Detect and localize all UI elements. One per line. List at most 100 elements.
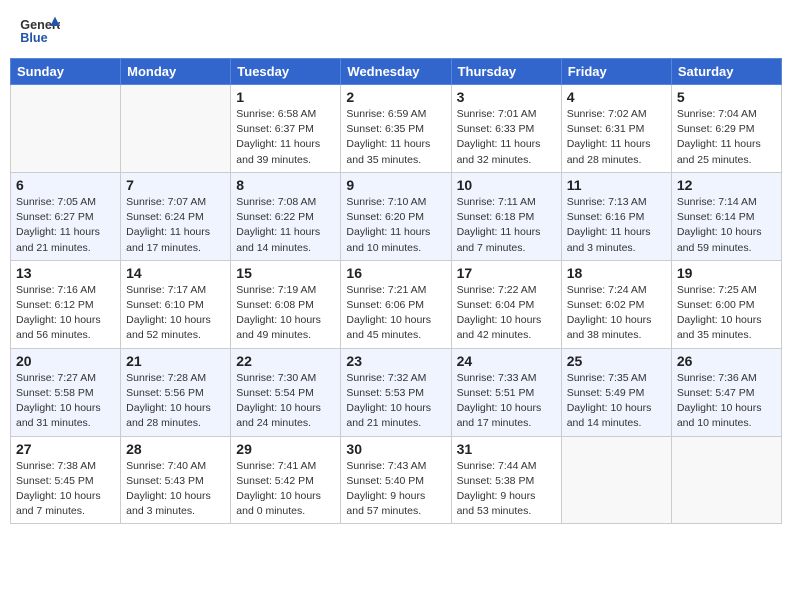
calendar-cell: 18 Sunrise: 7:24 AMSunset: 6:02 PMDayligh… [561,260,671,348]
calendar-cell: 19Sunrise: 7:25 AMSunset: 6:00 PMDayligh… [671,260,781,348]
day-number: 4 [567,89,666,105]
calendar-cell: 3 Sunrise: 7:01 AMSunset: 6:33 PMDaylight… [451,85,561,173]
day-info: Sunrise: 7:28 AMSunset: 5:56 PMDaylight:… [126,371,225,432]
calendar-cell: 6 Sunrise: 7:05 AMSunset: 6:27 PMDaylight… [11,172,121,260]
day-info: Sunrise: 7:38 AMSunset: 5:45 PMDaylight:… [16,459,115,520]
calendar-cell [561,436,671,524]
day-number: 22 [236,353,335,369]
calendar-cell: 25 Sunrise: 7:35 AMSunset: 5:49 PMDayligh… [561,348,671,436]
day-info: Sunrise: 6:58 AMSunset: 6:37 PMDaylight:… [236,107,335,168]
calendar-header-thursday: Thursday [451,59,561,85]
day-info: Sunrise: 7:32 AMSunset: 5:53 PMDaylight:… [346,371,445,432]
calendar-cell: 8 Sunrise: 7:08 AMSunset: 6:22 PMDaylight… [231,172,341,260]
calendar-header-friday: Friday [561,59,671,85]
day-info: Sunrise: 7:01 AMSunset: 6:33 PMDaylight:… [457,107,556,168]
calendar-cell: 4 Sunrise: 7:02 AMSunset: 6:31 PMDaylight… [561,85,671,173]
day-number: 16 [346,265,445,281]
calendar-cell: 11 Sunrise: 7:13 AMSunset: 6:16 PMDayligh… [561,172,671,260]
day-info: Sunrise: 7:13 AMSunset: 6:16 PMDaylight:… [567,195,666,256]
calendar-cell: 7 Sunrise: 7:07 AMSunset: 6:24 PMDaylight… [121,172,231,260]
day-info: Sunrise: 7:21 AMSunset: 6:06 PMDaylight:… [346,283,445,344]
day-number: 23 [346,353,445,369]
calendar-header-row: SundayMondayTuesdayWednesdayThursdayFrid… [11,59,782,85]
calendar-cell: 22 Sunrise: 7:30 AMSunset: 5:54 PMDayligh… [231,348,341,436]
day-info: Sunrise: 7:24 AMSunset: 6:02 PMDaylight:… [567,283,666,344]
calendar-cell [121,85,231,173]
calendar-cell: 13 Sunrise: 7:16 AMSunset: 6:12 PMDayligh… [11,260,121,348]
calendar-body: 1Sunrise: 6:58 AMSunset: 6:37 PMDaylight… [11,85,782,524]
calendar-week-row: 1Sunrise: 6:58 AMSunset: 6:37 PMDaylight… [11,85,782,173]
day-info: Sunrise: 7:02 AMSunset: 6:31 PMDaylight:… [567,107,666,168]
day-number: 12 [677,177,776,193]
day-info: Sunrise: 7:14 AMSunset: 6:14 PMDaylight:… [677,195,776,256]
day-info: Sunrise: 6:59 AMSunset: 6:35 PMDaylight:… [346,107,445,168]
calendar-cell: 23 Sunrise: 7:32 AMSunset: 5:53 PMDayligh… [341,348,451,436]
logo-icon: General Blue [20,15,60,45]
logo: General Blue [20,15,64,45]
calendar-cell: 12 Sunrise: 7:14 AMSunset: 6:14 PMDayligh… [671,172,781,260]
day-number: 15 [236,265,335,281]
day-number: 11 [567,177,666,193]
day-number: 24 [457,353,556,369]
day-number: 29 [236,441,335,457]
day-number: 2 [346,89,445,105]
day-info: Sunrise: 7:04 AMSunset: 6:29 PMDaylight:… [677,107,776,168]
day-info: Sunrise: 7:41 AMSunset: 5:42 PMDaylight:… [236,459,335,520]
calendar-week-row: 27 Sunrise: 7:38 AMSunset: 5:45 PMDayligh… [11,436,782,524]
calendar-cell: 31 Sunrise: 7:44 AMSunset: 5:38 PMDayligh… [451,436,561,524]
day-info: Sunrise: 7:11 AMSunset: 6:18 PMDaylight:… [457,195,556,256]
page-header: General Blue [10,10,782,50]
calendar-week-row: 6 Sunrise: 7:05 AMSunset: 6:27 PMDaylight… [11,172,782,260]
day-info: Sunrise: 7:33 AMSunset: 5:51 PMDaylight:… [457,371,556,432]
day-number: 3 [457,89,556,105]
calendar-cell: 10 Sunrise: 7:11 AMSunset: 6:18 PMDayligh… [451,172,561,260]
day-info: Sunrise: 7:44 AMSunset: 5:38 PMDaylight:… [457,459,556,520]
day-info: Sunrise: 7:27 AMSunset: 5:58 PMDaylight:… [16,371,115,432]
day-number: 27 [16,441,115,457]
day-info: Sunrise: 7:17 AMSunset: 6:10 PMDaylight:… [126,283,225,344]
day-info: Sunrise: 7:16 AMSunset: 6:12 PMDaylight:… [16,283,115,344]
calendar-header-saturday: Saturday [671,59,781,85]
day-info: Sunrise: 7:36 AMSunset: 5:47 PMDaylight:… [677,371,776,432]
calendar-cell [671,436,781,524]
calendar-cell: 28Sunrise: 7:40 AMSunset: 5:43 PMDayligh… [121,436,231,524]
day-info: Sunrise: 7:30 AMSunset: 5:54 PMDaylight:… [236,371,335,432]
calendar-cell: 21Sunrise: 7:28 AMSunset: 5:56 PMDayligh… [121,348,231,436]
calendar-cell: 9Sunrise: 7:10 AMSunset: 6:20 PMDaylight… [341,172,451,260]
day-info: Sunrise: 7:22 AMSunset: 6:04 PMDaylight:… [457,283,556,344]
day-info: Sunrise: 7:35 AMSunset: 5:49 PMDaylight:… [567,371,666,432]
calendar-cell: 2 Sunrise: 6:59 AMSunset: 6:35 PMDaylight… [341,85,451,173]
calendar-cell: 17 Sunrise: 7:22 AMSunset: 6:04 PMDayligh… [451,260,561,348]
day-number: 25 [567,353,666,369]
day-number: 8 [236,177,335,193]
calendar-cell: 20Sunrise: 7:27 AMSunset: 5:58 PMDayligh… [11,348,121,436]
calendar-week-row: 13 Sunrise: 7:16 AMSunset: 6:12 PMDayligh… [11,260,782,348]
day-number: 17 [457,265,556,281]
calendar-cell: 5Sunrise: 7:04 AMSunset: 6:29 PMDaylight… [671,85,781,173]
day-number: 30 [346,441,445,457]
day-info: Sunrise: 7:08 AMSunset: 6:22 PMDaylight:… [236,195,335,256]
calendar-cell: 16 Sunrise: 7:21 AMSunset: 6:06 PMDayligh… [341,260,451,348]
calendar-header-monday: Monday [121,59,231,85]
day-info: Sunrise: 7:05 AMSunset: 6:27 PMDaylight:… [16,195,115,256]
calendar-week-row: 20Sunrise: 7:27 AMSunset: 5:58 PMDayligh… [11,348,782,436]
day-number: 26 [677,353,776,369]
day-number: 6 [16,177,115,193]
calendar-cell: 27 Sunrise: 7:38 AMSunset: 5:45 PMDayligh… [11,436,121,524]
calendar-cell: 14Sunrise: 7:17 AMSunset: 6:10 PMDayligh… [121,260,231,348]
day-number: 18 [567,265,666,281]
day-info: Sunrise: 7:07 AMSunset: 6:24 PMDaylight:… [126,195,225,256]
calendar-table: SundayMondayTuesdayWednesdayThursdayFrid… [10,58,782,524]
day-number: 7 [126,177,225,193]
day-number: 10 [457,177,556,193]
calendar-cell [11,85,121,173]
day-info: Sunrise: 7:10 AMSunset: 6:20 PMDaylight:… [346,195,445,256]
calendar-header-tuesday: Tuesday [231,59,341,85]
day-number: 19 [677,265,776,281]
calendar-cell: 1Sunrise: 6:58 AMSunset: 6:37 PMDaylight… [231,85,341,173]
calendar-header-sunday: Sunday [11,59,121,85]
day-info: Sunrise: 7:19 AMSunset: 6:08 PMDaylight:… [236,283,335,344]
day-number: 13 [16,265,115,281]
calendar-cell: 29 Sunrise: 7:41 AMSunset: 5:42 PMDayligh… [231,436,341,524]
day-number: 31 [457,441,556,457]
